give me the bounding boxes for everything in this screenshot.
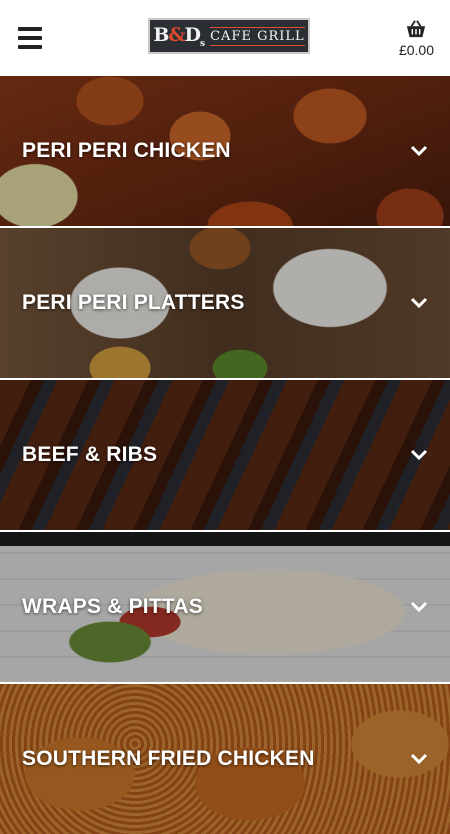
chevron-down-icon xyxy=(410,753,428,765)
category-peri-peri-chicken[interactable]: PERI PERI CHICKEN xyxy=(0,76,450,226)
category-label: PERI PERI PLATTERS xyxy=(22,291,245,314)
hamburger-menu-icon[interactable] xyxy=(18,27,42,49)
category-label: PERI PERI CHICKEN xyxy=(22,139,231,162)
hamburger-bar xyxy=(18,45,42,49)
logo-mark: B&Ds xyxy=(153,23,205,49)
chevron-down-icon xyxy=(410,297,428,309)
category-label: SOUTHERN FRIED CHICKEN xyxy=(22,747,315,770)
category-peri-peri-platters[interactable]: PERI PERI PLATTERS xyxy=(0,228,450,378)
category-label: WRAPS & PITTAS xyxy=(22,595,203,618)
cart-button[interactable]: £0.00 xyxy=(399,19,434,58)
hamburger-bar xyxy=(18,36,42,40)
hamburger-bar xyxy=(18,27,42,31)
logo-name: CAFE GRILL xyxy=(210,26,305,46)
category-beef-and-ribs[interactable]: BEEF & RIBS xyxy=(0,380,450,530)
category-southern-fried-chicken[interactable]: SOUTHERN FRIED CHICKEN xyxy=(0,684,450,834)
basket-icon xyxy=(407,19,426,37)
category-label: BEEF & RIBS xyxy=(22,443,158,466)
chevron-down-icon xyxy=(410,601,428,613)
chevron-down-icon xyxy=(410,145,428,157)
category-wraps-and-pittas[interactable]: WRAPS & PITTAS xyxy=(0,532,450,682)
app-header: B&Ds CAFE GRILL £0.00 xyxy=(0,0,450,76)
cart-total: £0.00 xyxy=(398,41,434,58)
chevron-down-icon xyxy=(410,449,428,461)
brand-logo[interactable]: B&Ds CAFE GRILL xyxy=(148,18,310,54)
